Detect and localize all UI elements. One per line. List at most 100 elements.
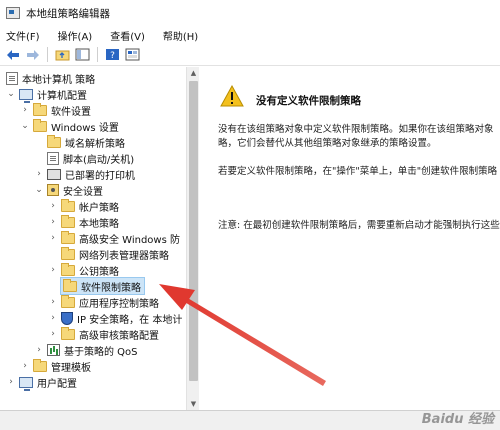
tree-item-ip-security[interactable]: › IP 安全策略，在 本地计 (48, 310, 182, 326)
tree-item-software-settings[interactable]: › 软件设置 (20, 102, 91, 118)
tree-item-advanced-firewall[interactable]: › 高级安全 Windows 防 (48, 230, 180, 246)
description-line: 略，它们会替代从其他组策略对象继承的策略设置。 (218, 138, 437, 149)
collapse-chevron-icon[interactable]: ⌄ (20, 121, 30, 131)
tree-label: 软件限制策略 (81, 282, 141, 294)
folder-icon (47, 134, 61, 148)
collapse-chevron-icon[interactable]: ⌄ (6, 89, 16, 99)
app-icon (6, 7, 20, 19)
tree-label: Windows 设置 (51, 122, 119, 134)
note-text: 注意: 在最初创建软件限制策略后，需要重新启动才能强制执行这些 (218, 220, 500, 231)
tree-item-local-policies[interactable]: › 本地策略 (48, 214, 119, 230)
tree-item-admin-templates[interactable]: › 管理模板 (20, 358, 91, 374)
folder-icon (33, 358, 47, 372)
title-bar: 本地组策略编辑器 (0, 0, 500, 26)
svg-text:?: ? (110, 51, 115, 61)
folder-icon (61, 262, 75, 276)
tree-label: 本地策略 (79, 218, 119, 230)
printer-icon (47, 168, 61, 180)
collapse-chevron-icon[interactable]: ⌄ (34, 185, 44, 195)
tree-item-security-settings[interactable]: ⌄ 安全设置 (34, 182, 103, 198)
folder-icon (33, 118, 47, 132)
folder-icon (61, 230, 75, 244)
security-settings-icon (47, 184, 59, 196)
folder-icon (33, 102, 47, 116)
tree-label: 高级安全 Windows 防 (79, 234, 180, 246)
policy-document-icon (6, 71, 18, 85)
script-icon (47, 151, 59, 165)
tree-item-user-config[interactable]: › 用户配置 (6, 374, 77, 391)
computer-icon (19, 88, 33, 103)
console-tree-icon[interactable] (74, 46, 91, 63)
description-line: 没有在该组策略对象中定义软件限制策略。如果你在该组策略对象 (218, 124, 494, 135)
tree-label: 用户配置 (37, 378, 77, 390)
status-bar: Baidu 经验 (0, 410, 500, 430)
tree-item-qos[interactable]: › 基于策略的 QoS (34, 342, 138, 358)
toolbar-separator (47, 47, 48, 62)
scroll-thumb[interactable] (189, 81, 198, 381)
tree-label: 高级审核策略配置 (79, 330, 159, 342)
expand-chevron-icon[interactable]: › (48, 233, 58, 243)
expand-chevron-icon[interactable]: › (34, 169, 44, 179)
tree-item-advanced-audit[interactable]: › 高级审核策略配置 (48, 326, 159, 342)
tree-item-software-restriction[interactable]: 软件限制策略 (60, 277, 145, 295)
folder-icon (61, 246, 75, 260)
tree-label: 域名解析策略 (65, 138, 125, 150)
expand-chevron-icon[interactable]: › (48, 201, 58, 211)
menu-help[interactable]: 帮助(H) (163, 28, 198, 43)
tree-label: 脚本(启动/关机) (63, 154, 135, 166)
tree-root[interactable]: 本地计算机 策略 (6, 70, 95, 86)
tree-item-windows-settings[interactable]: ⌄ Windows 设置 (20, 118, 119, 134)
tree-label: IP 安全策略，在 本地计 (77, 314, 183, 326)
scroll-down-arrow-icon[interactable]: ▼ (187, 398, 200, 410)
forward-arrow-icon[interactable] (24, 46, 41, 63)
expand-chevron-icon[interactable]: › (34, 345, 44, 355)
menu-action[interactable]: 操作(A) (58, 28, 93, 43)
qos-chart-icon (47, 344, 60, 356)
tree-label: 安全设置 (63, 186, 103, 198)
tree-item-scripts[interactable]: 脚本(启动/关机) (34, 150, 134, 166)
tree-item-deployed-printers[interactable]: › 已部署的打印机 (34, 166, 135, 182)
tree-label: 本地计算机 策略 (22, 74, 96, 86)
tree-item-computer-config[interactable]: ⌄ 计算机配置 (6, 86, 87, 103)
toolbar-separator (97, 47, 98, 62)
folder-icon (61, 326, 75, 340)
expand-chevron-icon[interactable]: › (48, 313, 58, 323)
window-title: 本地组策略编辑器 (26, 7, 110, 20)
tree-label: 计算机配置 (37, 90, 87, 102)
menu-view[interactable]: 查看(V) (110, 28, 145, 43)
details-pane: 没有定义软件限制策略 没有在该组策略对象中定义软件限制策略。如果你在该组策略对象… (200, 67, 500, 410)
tree-label: 网络列表管理器策略 (79, 250, 169, 262)
expand-chevron-icon[interactable]: › (20, 105, 30, 115)
tree-label: 应用程序控制策略 (79, 298, 159, 310)
expand-chevron-icon[interactable]: › (48, 329, 58, 339)
tree-label: 基于策略的 QoS (64, 346, 138, 358)
expand-chevron-icon[interactable]: › (48, 297, 58, 307)
expand-chevron-icon[interactable]: › (20, 361, 30, 371)
menu-bar: 文件(F) 操作(A) 查看(V) 帮助(H) (0, 26, 500, 44)
menu-file[interactable]: 文件(F) (6, 28, 40, 43)
ip-security-icon (61, 311, 73, 325)
tree-item-public-key[interactable]: › 公钥策略 (48, 262, 119, 278)
tree-label: 软件设置 (51, 106, 91, 118)
tree-label: 管理模板 (51, 362, 91, 374)
folder-up-icon[interactable] (54, 46, 71, 63)
tree-item-account-policies[interactable]: › 帐户策略 (48, 198, 119, 214)
tree-item-network-list[interactable]: 网络列表管理器策略 (48, 246, 169, 262)
expand-chevron-icon[interactable]: › (6, 377, 16, 387)
details-heading: 没有定义软件限制策略 (256, 95, 361, 107)
expand-chevron-icon[interactable]: › (48, 217, 58, 227)
scroll-up-arrow-icon[interactable]: ▲ (187, 67, 200, 79)
properties-icon[interactable] (124, 46, 141, 63)
back-arrow-icon[interactable] (4, 46, 21, 63)
tree-item-app-control[interactable]: › 应用程序控制策略 (48, 294, 159, 310)
tree-label: 帐户策略 (79, 202, 119, 214)
expand-chevron-icon[interactable]: › (48, 265, 58, 275)
toolbar: ? (0, 44, 500, 66)
tree-item-name-resolution[interactable]: 域名解析策略 (34, 134, 125, 150)
folder-icon (61, 198, 75, 212)
folder-icon (61, 214, 75, 228)
tree-scrollbar[interactable]: ▲ ▼ (186, 67, 199, 410)
tree-label: 已部署的打印机 (65, 170, 135, 182)
help-icon[interactable]: ? (104, 46, 121, 63)
console-tree: 本地计算机 策略 ⌄ 计算机配置 › 软件设置 ⌄ Windows 设置 域名解… (0, 67, 199, 410)
